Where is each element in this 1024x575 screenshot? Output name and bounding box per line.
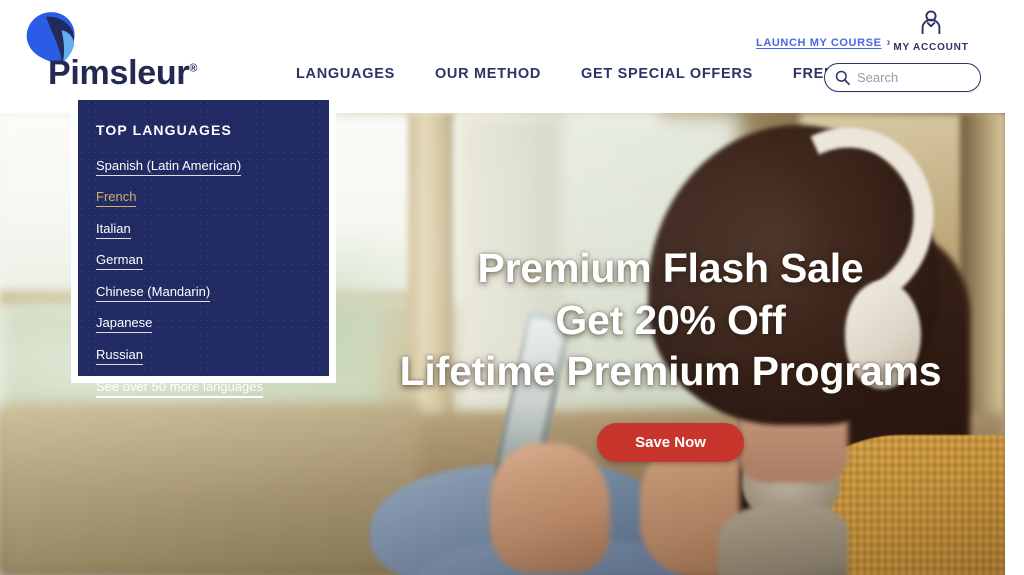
- hero-copy: Premium Flash Sale Get 20% Off Lifetime …: [336, 243, 1005, 462]
- hero-headline-line-3: Lifetime Premium Programs: [399, 348, 942, 395]
- top-languages-title: TOP LANGUAGES: [96, 122, 232, 138]
- launch-my-course-label: LAUNCH MY COURSE: [756, 37, 882, 49]
- language-link-chinese[interactable]: Chinese (Mandarin): [96, 284, 211, 302]
- logo-wordmark: Pimsleur®: [48, 54, 197, 93]
- nav-item-languages[interactable]: LANGUAGES: [296, 66, 395, 82]
- language-link-german[interactable]: German: [96, 252, 143, 271]
- language-link-italian[interactable]: Italian: [96, 221, 131, 239]
- my-account-label: MY ACCOUNT: [893, 42, 969, 53]
- save-now-button[interactable]: Save Now: [597, 422, 744, 462]
- see-more-languages-link[interactable]: See over 50 more languages: [96, 379, 263, 399]
- chevron-right-icon: ›: [886, 35, 892, 49]
- hero-headline-line-1: Premium Flash Sale: [477, 245, 864, 291]
- language-link-spanish[interactable]: Spanish (Latin American): [96, 158, 242, 176]
- top-languages-panel: TOP LANGUAGES Spanish (Latin American) F…: [71, 93, 336, 399]
- logo-trademark: ®: [189, 62, 198, 75]
- search-input[interactable]: [857, 70, 967, 85]
- language-link-russian[interactable]: Russian: [96, 347, 143, 365]
- launch-my-course-link[interactable]: LAUNCH MY COURSE ›: [756, 35, 891, 49]
- page-root: Pimsleur® LANGUAGES OUR METHOD GET SPECI…: [0, 0, 1024, 575]
- search-icon: [835, 70, 850, 85]
- search-box[interactable]: [824, 63, 981, 92]
- person-icon: [921, 10, 941, 34]
- hero-headline-line-2: Get 20% Off: [555, 296, 786, 343]
- main-navigation: LANGUAGES OUR METHOD GET SPECIAL OFFERS …: [296, 66, 903, 82]
- nav-item-our-method[interactable]: OUR METHOD: [435, 66, 541, 82]
- language-link-japanese[interactable]: Japanese: [96, 315, 153, 334]
- logo-word-text: Pimsleur: [48, 54, 190, 92]
- top-languages-inner: TOP LANGUAGES Spanish (Latin American) F…: [78, 100, 329, 399]
- nav-item-get-special-offers[interactable]: GET SPECIAL OFFERS: [581, 66, 753, 82]
- logo[interactable]: Pimsleur®: [18, 8, 197, 96]
- language-link-french[interactable]: French: [96, 189, 137, 208]
- my-account-button[interactable]: MY ACCOUNT: [893, 9, 969, 53]
